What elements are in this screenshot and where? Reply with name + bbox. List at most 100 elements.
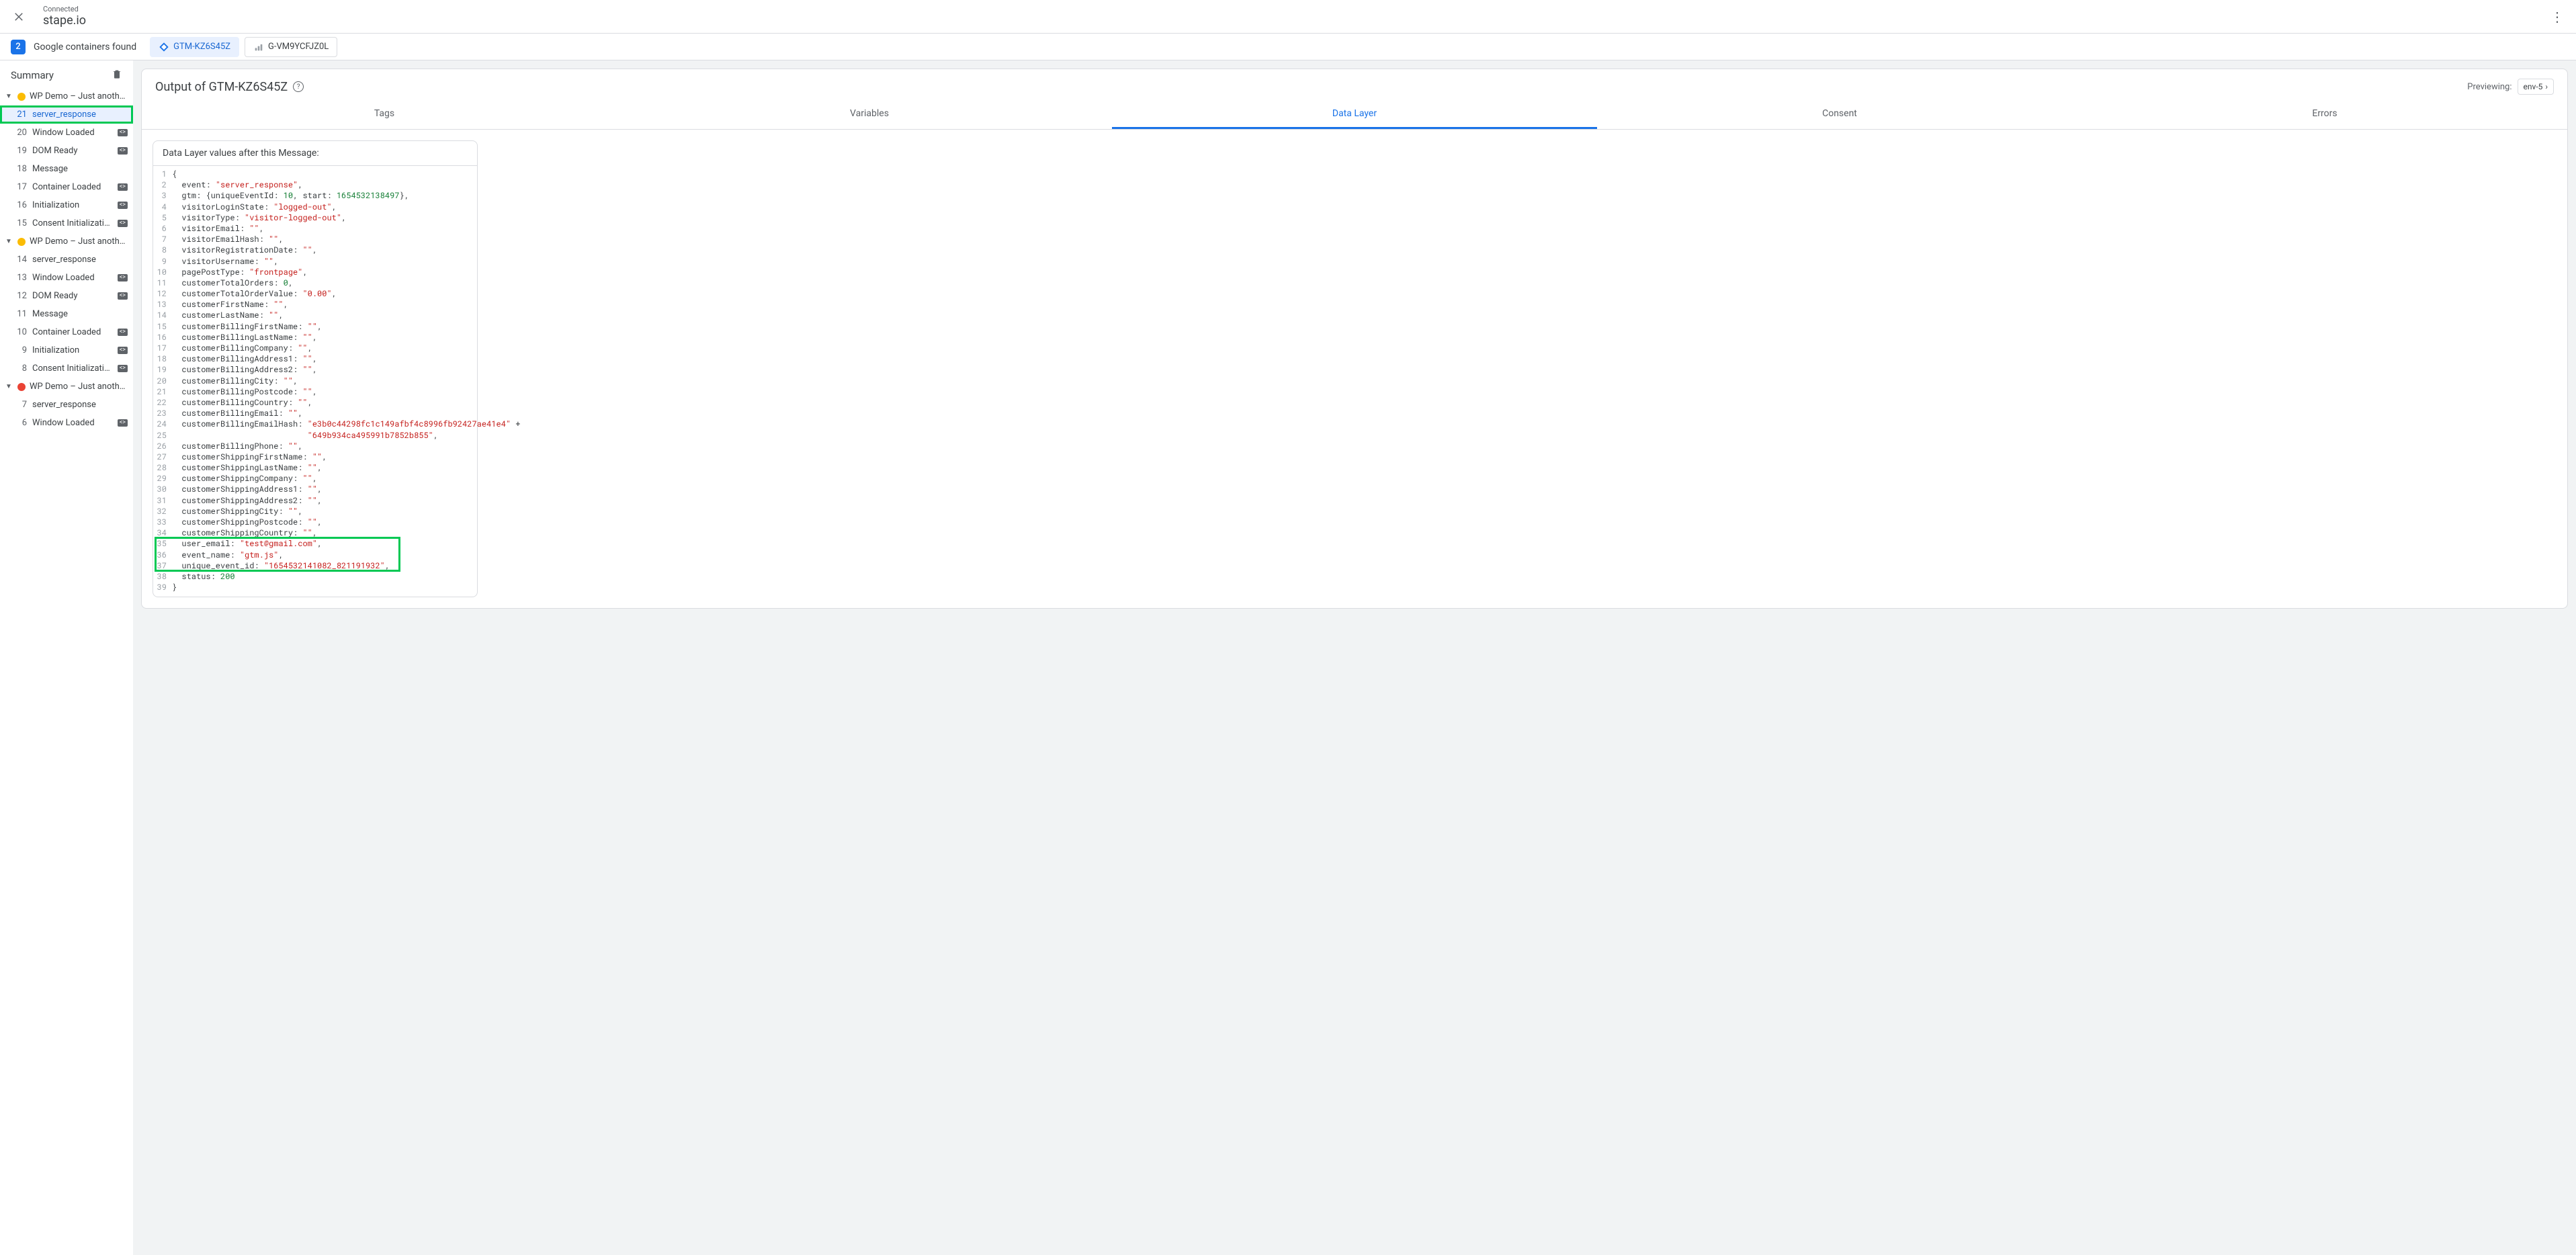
event-label: Window Loaded xyxy=(32,418,112,428)
sidebar: Summary ▼WP Demo – Just anothe...21serve… xyxy=(0,60,133,1255)
code-text: visitorUsername: "", xyxy=(172,256,477,267)
sidebar-item-window-loaded[interactable]: 13Window Loaded<> xyxy=(0,269,133,287)
line-number: 26 xyxy=(153,441,172,451)
line-number: 23 xyxy=(153,408,172,419)
sidebar-item-dom-ready[interactable]: 12DOM Ready<> xyxy=(0,287,133,305)
event-label: Window Loaded xyxy=(32,128,112,138)
code-line: 16 customerBillingLastName: "", xyxy=(153,332,477,343)
line-number: 7 xyxy=(153,234,172,245)
code-line: 36 event_name: "gtm.js", xyxy=(153,550,477,560)
code-line: 6 visitorEmail: "", xyxy=(153,223,477,234)
line-number: 15 xyxy=(153,321,172,332)
line-number: 30 xyxy=(153,484,172,494)
line-number: 3 xyxy=(153,190,172,201)
code-line: 21 customerBillingPostcode: "", xyxy=(153,386,477,397)
caret-down-icon: ▼ xyxy=(5,93,13,100)
code-line: 24 customerBillingEmailHash: "e3b0c44298… xyxy=(153,419,477,429)
sidebar-item-consent-initialization[interactable]: 15Consent Initialization<> xyxy=(0,214,133,232)
code-line: 22 customerBillingCountry: "", xyxy=(153,397,477,408)
code-text: customerBillingAddress2: "", xyxy=(172,364,477,375)
code-line: 1{ xyxy=(153,169,477,179)
datalayer-title: Data Layer values after this Message: xyxy=(153,141,477,166)
code-line: 20 customerBillingCity: "", xyxy=(153,376,477,386)
line-number: 25 xyxy=(153,430,172,441)
code-badge-icon: <> xyxy=(118,129,128,136)
tab-errors[interactable]: Errors xyxy=(2082,100,2567,129)
container-chip-GTM-KZ6S45Z[interactable]: GTM-KZ6S45Z xyxy=(150,37,239,57)
line-number: 10 xyxy=(153,267,172,277)
event-label: server_response xyxy=(32,255,128,265)
help-icon[interactable]: ? xyxy=(293,81,304,92)
event-label: Message xyxy=(32,164,128,174)
code-line: 25 "649b934ca495991b7852b855", xyxy=(153,430,477,441)
code-text: customerShippingCountry: "", xyxy=(172,527,477,538)
line-number: 8 xyxy=(153,245,172,255)
code-text: event_name: "gtm.js", xyxy=(172,550,477,560)
code-badge-icon: <> xyxy=(118,274,128,282)
line-number: 14 xyxy=(153,310,172,320)
sidebar-group[interactable]: ▼WP Demo – Just anothe... xyxy=(0,87,133,105)
sidebar-item-window-loaded[interactable]: 6Window Loaded<> xyxy=(0,414,133,432)
event-label: server_response xyxy=(32,400,128,410)
code-line: 3 gtm: {uniqueEventId: 10, start: 165453… xyxy=(153,190,477,201)
code-text: visitorEmailHash: "", xyxy=(172,234,477,245)
tab-consent[interactable]: Consent xyxy=(1597,100,2082,129)
sidebar-item-dom-ready[interactable]: 19DOM Ready<> xyxy=(0,142,133,160)
connection-status: Connected xyxy=(43,5,86,13)
env-chip[interactable]: env-5 › xyxy=(2518,79,2554,95)
sidebar-item-consent-initialization[interactable]: 8Consent Initialization<> xyxy=(0,359,133,378)
code-text: pagePostType: "frontpage", xyxy=(172,267,477,277)
sidebar-item-container-loaded[interactable]: 10Container Loaded<> xyxy=(0,323,133,341)
close-icon[interactable] xyxy=(11,9,27,25)
sidebar-item-initialization[interactable]: 16Initialization<> xyxy=(0,196,133,214)
line-number: 34 xyxy=(153,527,172,538)
sidebar-group[interactable]: ▼WP Demo – Just anothe... xyxy=(0,378,133,396)
sidebar-group[interactable]: ▼WP Demo – Just anothe... xyxy=(0,232,133,251)
sidebar-item-initialization[interactable]: 9Initialization<> xyxy=(0,341,133,359)
code-line: 29 customerShippingCompany: "", xyxy=(153,473,477,484)
datalayer-panel: Data Layer values after this Message: 1{… xyxy=(153,140,478,597)
code-line: 8 visitorRegistrationDate: "", xyxy=(153,245,477,255)
code-badge-icon: <> xyxy=(118,365,128,372)
connected-domain: stape.io xyxy=(43,13,86,28)
line-number: 2 xyxy=(153,179,172,190)
tab-tags[interactable]: Tags xyxy=(142,100,627,129)
code-badge-icon: <> xyxy=(118,202,128,209)
event-number: 19 xyxy=(13,146,27,156)
clear-icon[interactable] xyxy=(112,69,122,82)
card-title-text: Output of GTM-KZ6S45Z xyxy=(155,80,288,94)
event-number: 14 xyxy=(13,255,27,265)
event-number: 12 xyxy=(13,291,27,301)
line-number: 5 xyxy=(153,212,172,223)
topbar-title: Connected stape.io xyxy=(43,5,86,28)
env-chip-label: env-5 xyxy=(2524,82,2543,91)
sidebar-item-server_response[interactable]: 21server_response xyxy=(0,105,133,124)
code-line: 23 customerBillingEmail: "", xyxy=(153,408,477,419)
event-number: 17 xyxy=(13,182,27,192)
sidebar-item-server_response[interactable]: 7server_response xyxy=(0,396,133,414)
code-text: customerBillingEmailHash: "e3b0c44298fc1… xyxy=(172,419,526,429)
container-chip-G-VM9YCFJZ0L[interactable]: G-VM9YCFJZ0L xyxy=(245,37,337,57)
sidebar-item-window-loaded[interactable]: 20Window Loaded<> xyxy=(0,124,133,142)
event-number: 15 xyxy=(13,218,27,228)
more-icon[interactable]: ⋮ xyxy=(2549,9,2565,25)
line-number: 19 xyxy=(153,364,172,375)
code-line: 19 customerBillingAddress2: "", xyxy=(153,364,477,375)
code-line: 11 customerTotalOrders: 0, xyxy=(153,277,477,288)
line-number: 31 xyxy=(153,495,172,506)
code-badge-icon: <> xyxy=(118,147,128,155)
tab-variables[interactable]: Variables xyxy=(627,100,1112,129)
sidebar-item-container-loaded[interactable]: 17Container Loaded<> xyxy=(0,178,133,196)
line-number: 32 xyxy=(153,506,172,517)
code-text: event: "server_response", xyxy=(172,179,477,190)
sidebar-item-server_response[interactable]: 14 server_response xyxy=(0,251,133,269)
code-line: 37 unique_event_id: "1654532141082_82119… xyxy=(153,560,477,571)
sidebar-item-message[interactable]: 11Message xyxy=(0,305,133,323)
code-text: customerBillingEmail: "", xyxy=(172,408,477,419)
tab-data-layer[interactable]: Data Layer xyxy=(1112,100,1597,129)
sidebar-item-message[interactable]: 18Message xyxy=(0,160,133,178)
output-card: Output of GTM-KZ6S45Z ? Previewing: env-… xyxy=(141,69,2568,609)
event-number: 10 xyxy=(13,327,27,337)
sidebar-group-label: WP Demo – Just anothe... xyxy=(30,236,128,247)
line-number: 6 xyxy=(153,223,172,234)
